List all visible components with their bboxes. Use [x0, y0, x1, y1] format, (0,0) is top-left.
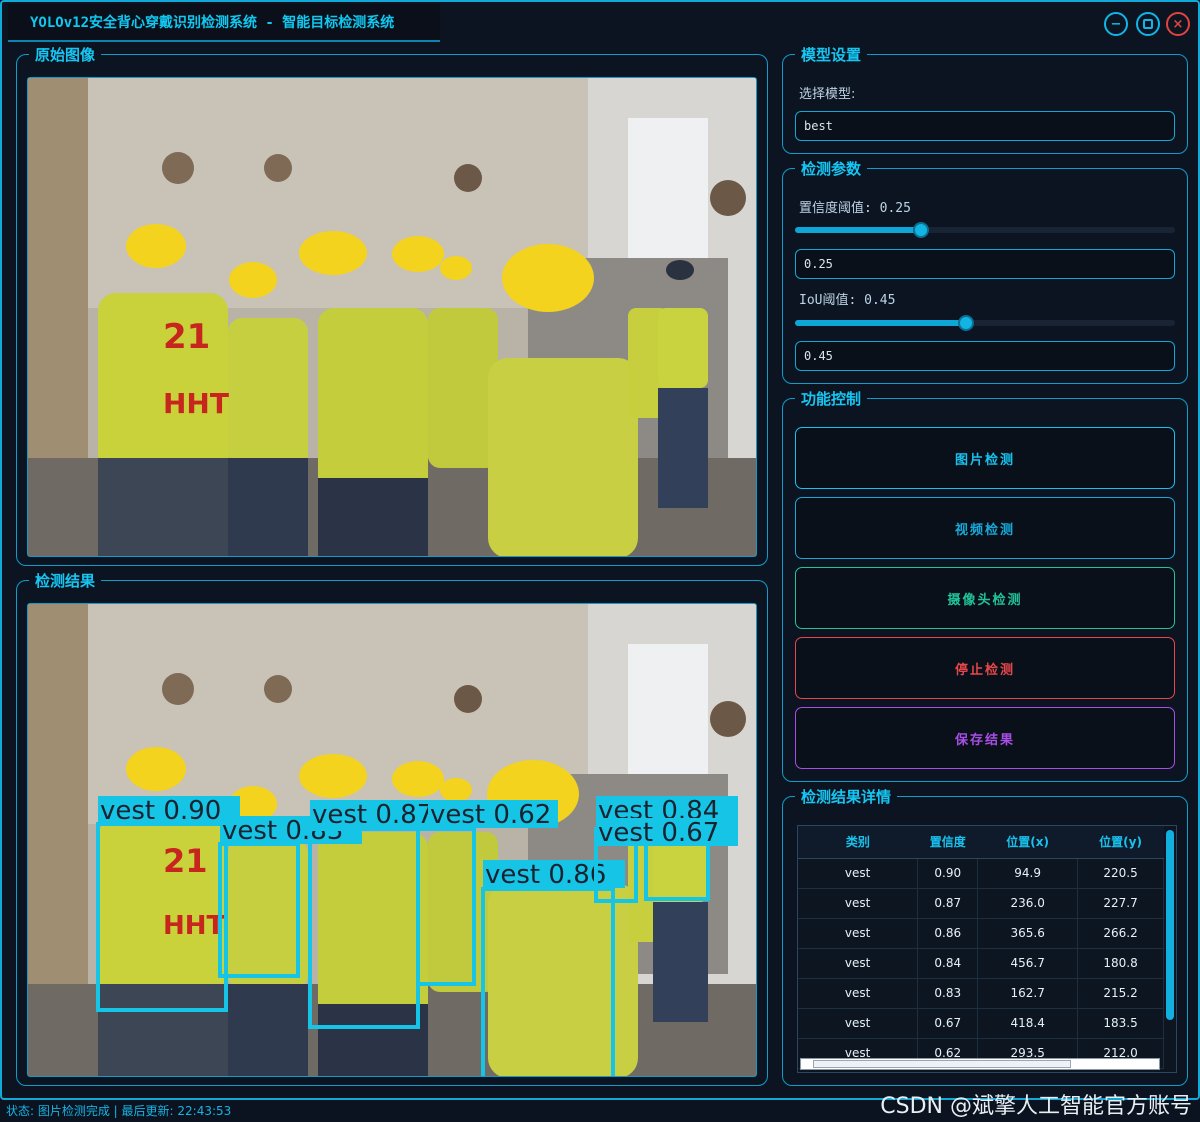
stop-detect-button[interactable]: 停止检测 — [795, 637, 1175, 699]
vertical-scroll-thumb[interactable] — [1166, 830, 1174, 1020]
confidence-slider[interactable] — [795, 222, 1175, 238]
table-row[interactable]: vest 0.83 162.7 215.2 — [798, 978, 1164, 1009]
cell-pos-y: 266.2 — [1077, 918, 1164, 949]
save-results-button[interactable]: 保存结果 — [795, 707, 1175, 769]
svg-text:21: 21 — [163, 317, 210, 357]
original-image-frame: 21 HHT — [27, 77, 757, 557]
horizontal-scroll-thumb[interactable] — [813, 1060, 1071, 1068]
close-icon[interactable]: × — [1166, 12, 1190, 36]
iou-slider-fill — [795, 320, 966, 326]
cell-pos-x: 236.0 — [977, 888, 1079, 919]
cell-class: vest — [798, 918, 919, 949]
original-image-group: 原始图像 21 HHT — [16, 44, 768, 566]
detection-details-title: 检测结果详情 — [795, 786, 898, 807]
model-select[interactable]: best — [795, 111, 1175, 141]
detection-result-group: 检测结果 21 HHT vest 0.90 vest 0.83 vest 0.8… — [16, 570, 768, 1086]
detection-box — [416, 827, 476, 986]
table-row[interactable]: vest 0.87 236.0 227.7 — [798, 888, 1164, 919]
result-image-frame: 21 HHT vest 0.90 vest 0.83 vest 0.87 vest 0… — [27, 603, 757, 1077]
table-row[interactable]: vest 0.90 94.9 220.5 — [798, 858, 1164, 889]
header-class[interactable]: 类别 — [798, 826, 918, 859]
detection-label: vest 0.62 — [430, 800, 551, 830]
header-pos-y[interactable]: 位置(y) — [1077, 826, 1164, 859]
detection-label: vest 0.90 — [100, 796, 221, 826]
video-detect-button[interactable]: 视频检测 — [795, 497, 1175, 559]
cell-pos-x: 94.9 — [977, 858, 1079, 889]
table-vertical-scrollbar[interactable] — [1164, 826, 1176, 1072]
window-title: YOLOv12安全背心穿戴识别检测系统 - 智能目标检测系统 — [8, 4, 440, 42]
iou-slider[interactable] — [795, 315, 1175, 331]
cell-class: vest — [798, 1008, 919, 1039]
cell-class: vest — [798, 978, 919, 1009]
original-image: 21 HHT — [28, 78, 756, 556]
svg-text:HHT: HHT — [163, 387, 229, 420]
detection-overlay: vest 0.90vest 0.83vest 0.87vest 0.62vest… — [96, 796, 738, 1076]
cell-pos-x: 365.6 — [977, 918, 1079, 949]
cell-pos-x: 418.4 — [977, 1008, 1079, 1039]
cell-pos-x: 456.7 — [977, 948, 1079, 979]
table-horizontal-scrollbar[interactable] — [800, 1058, 1160, 1070]
detection-table[interactable]: 类别 置信度 位置(x) 位置(y) vest 0.90 94.9 220.5 ves… — [797, 825, 1177, 1073]
cell-confidence: 0.67 — [917, 1008, 979, 1039]
table-row[interactable]: vest 0.86 365.6 266.2 — [798, 918, 1164, 949]
header-confidence[interactable]: 置信度 — [917, 826, 978, 859]
confidence-slider-handle[interactable] — [913, 222, 930, 238]
image-detect-button[interactable]: 图片检测 — [795, 427, 1175, 489]
detection-label: vest 0.87 — [312, 800, 433, 830]
detection-label: vest 0.67 — [598, 818, 719, 848]
title-bar: YOLOv12安全背心穿戴识别检测系统 - 智能目标检测系统 − × — [2, 2, 1198, 44]
header-pos-x[interactable]: 位置(x) — [977, 826, 1078, 859]
confidence-label: 置信度阈值: 0.25 — [799, 201, 911, 216]
cell-pos-x: 162.7 — [977, 978, 1079, 1009]
cell-pos-y: 180.8 — [1077, 948, 1164, 979]
camera-detect-button[interactable]: 摄像头检测 — [795, 567, 1175, 629]
cell-confidence: 0.87 — [917, 888, 979, 919]
original-image-title: 原始图像 — [29, 44, 102, 65]
table-header-row: 类别 置信度 位置(x) 位置(y) — [798, 826, 1164, 859]
function-control-group: 功能控制 图片检测 视频检测 摄像头检测 停止检测 保存结果 — [782, 388, 1188, 782]
cell-confidence: 0.86 — [917, 918, 979, 949]
cell-confidence: 0.84 — [917, 948, 979, 979]
detect-params-title: 检测参数 — [795, 158, 868, 179]
detection-box — [96, 822, 228, 1012]
cell-class: vest — [798, 948, 919, 979]
cell-pos-y: 215.2 — [1077, 978, 1164, 1009]
detection-box — [481, 887, 615, 1076]
confidence-input[interactable]: 0.25 — [795, 249, 1175, 279]
table-row[interactable]: vest 0.67 418.4 183.5 — [798, 1008, 1164, 1039]
watermark-text: CSDN @斌擎人工智能官方账号 — [880, 1094, 1192, 1119]
detection-label: vest 0.86 — [485, 860, 606, 890]
cell-pos-y: 183.5 — [1077, 1008, 1164, 1039]
confidence-slider-fill — [795, 227, 922, 233]
model-settings-group: 模型设置 选择模型: best — [782, 44, 1188, 154]
iou-input[interactable]: 0.45 — [795, 341, 1175, 371]
model-select-label: 选择模型: — [799, 87, 856, 102]
cell-confidence: 0.83 — [917, 978, 979, 1009]
function-control-title: 功能控制 — [795, 388, 868, 409]
detection-box — [308, 827, 420, 1029]
detect-params-group: 检测参数 置信度阈值: 0.25 0.25 IoU阈值: 0.45 0.45 — [782, 158, 1188, 384]
maximize-icon[interactable] — [1136, 12, 1160, 36]
detection-result-title: 检测结果 — [29, 570, 102, 591]
cell-pos-y: 227.7 — [1077, 888, 1164, 919]
detection-box — [218, 842, 300, 978]
cell-class: vest — [798, 888, 919, 919]
main-window: YOLOv12安全背心穿戴识别检测系统 - 智能目标检测系统 − × 原始图像 — [0, 0, 1200, 1100]
minimize-icon[interactable]: − — [1104, 12, 1128, 36]
iou-slider-handle[interactable] — [958, 315, 974, 331]
model-settings-title: 模型设置 — [795, 44, 868, 65]
cell-pos-y: 220.5 — [1077, 858, 1164, 889]
detection-details-group: 检测结果详情 类别 置信度 位置(x) 位置(y) vest 0.90 94.9 22… — [782, 786, 1188, 1086]
table-row[interactable]: vest 0.84 456.7 180.8 — [798, 948, 1164, 979]
iou-label: IoU阈值: 0.45 — [799, 293, 896, 308]
cell-class: vest — [798, 858, 919, 889]
cell-confidence: 0.90 — [917, 858, 979, 889]
